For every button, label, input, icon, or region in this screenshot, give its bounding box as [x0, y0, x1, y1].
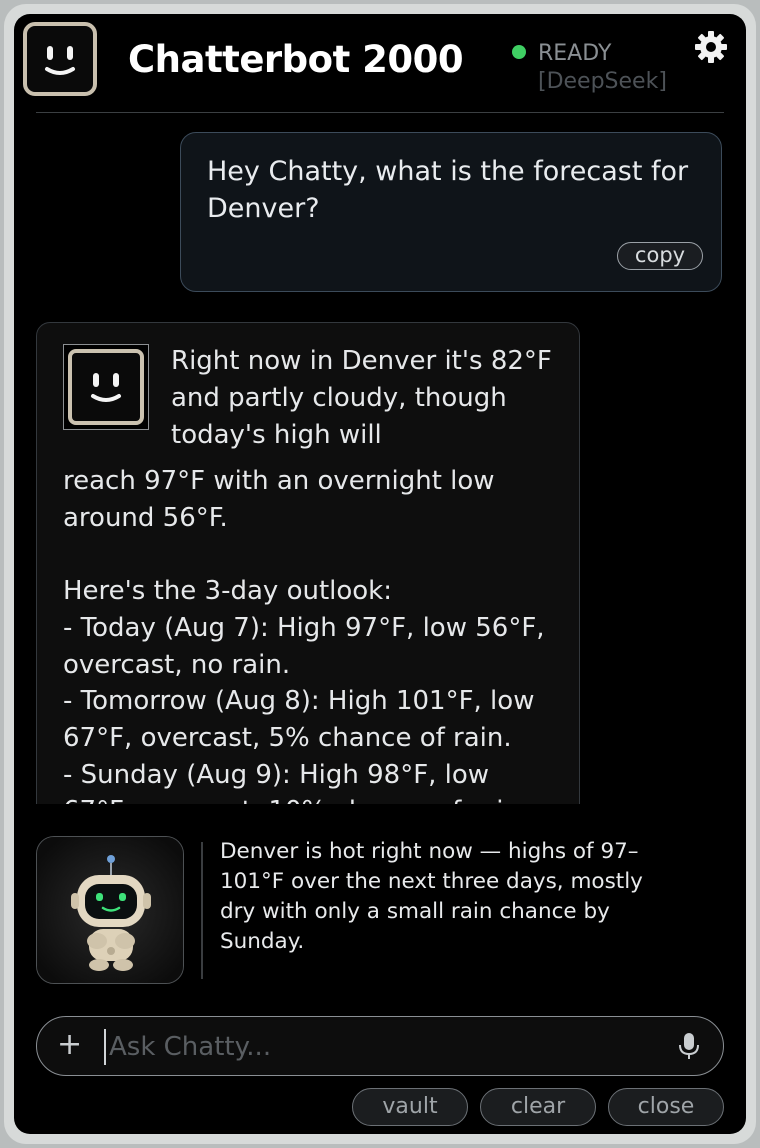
- bot-message-bubble: Right now in Denver it's 82°F and partly…: [36, 322, 580, 804]
- chat-log[interactable]: Hey Chatty, what is the forecast for Den…: [14, 114, 746, 804]
- ask-input-bar: +: [36, 1016, 724, 1076]
- close-button[interactable]: close: [608, 1088, 724, 1126]
- plus-icon[interactable]: +: [57, 1029, 82, 1061]
- chat-window: Chatterbot 2000 READY [DeepSeek] Hey Cha…: [14, 14, 746, 1134]
- microphone-icon[interactable]: [677, 1031, 701, 1061]
- bot-message-text: Right now in Denver it's 82°F and partly…: [171, 346, 552, 450]
- text-caret: [104, 1029, 106, 1065]
- user-message-bubble: Hey Chatty, what is the forecast for Den…: [180, 132, 722, 292]
- robot-face-icon: [23, 22, 97, 96]
- robot-mascot-icon: [36, 836, 184, 984]
- status-indicator: [512, 45, 526, 59]
- header-divider: [36, 112, 724, 113]
- summary-text: Denver is hot right now — highs of 97–10…: [220, 839, 643, 954]
- model-label: [DeepSeek]: [538, 69, 667, 94]
- copy-button[interactable]: copy: [617, 242, 703, 270]
- robot-face-icon: [68, 349, 144, 425]
- user-message-text: Hey Chatty, what is the forecast for Den…: [207, 156, 689, 224]
- vault-button[interactable]: vault: [352, 1088, 468, 1126]
- status-label: READY: [538, 41, 612, 66]
- summary-divider: [201, 842, 203, 979]
- bot-avatar: [63, 344, 149, 430]
- ask-input[interactable]: [107, 1027, 651, 1067]
- header: Chatterbot 2000 READY [DeepSeek]: [14, 14, 746, 114]
- app-title: Chatterbot 2000: [128, 38, 464, 81]
- bot-message-text-continued: reach 97°F with an overnight low around …: [63, 466, 545, 804]
- clear-button[interactable]: clear: [480, 1088, 596, 1126]
- summary-panel: Denver is hot right now — highs of 97–10…: [14, 834, 746, 984]
- gear-icon[interactable]: [694, 30, 728, 64]
